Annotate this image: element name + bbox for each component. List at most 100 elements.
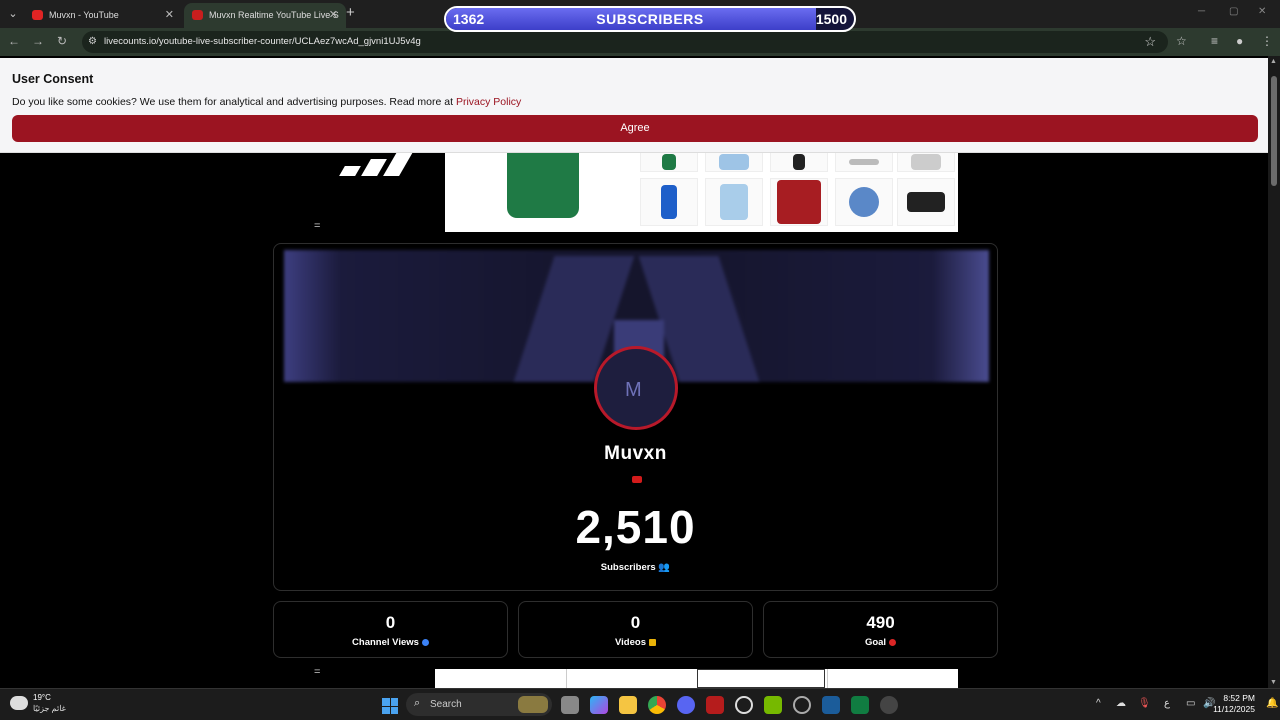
search-icon: ⌕ (414, 697, 421, 709)
media-controls-icon[interactable]: ≡ (1211, 34, 1218, 48)
address-bar[interactable]: ⚙ livecounts.io/youtube-live-subscriber-… (82, 31, 1168, 53)
taskbar-search[interactable]: ⌕ Search (406, 693, 552, 716)
stat-goal: 490 Goal (763, 601, 998, 658)
stat-label: Channel Views (274, 637, 507, 648)
channel-name: Muvxn (604, 443, 667, 464)
youtube-favicon-icon (32, 10, 43, 20)
tab-title: Muvxn Realtime YouTube Live S (209, 10, 339, 20)
channel-avatar[interactable]: M (594, 346, 678, 430)
screen: ⌄ Muvxn - YouTube ✕ Muvxn Realtime YouTu… (0, 0, 1280, 720)
tab-title: Muvxn - YouTube (49, 10, 119, 20)
stat-value: 490 (866, 613, 895, 632)
ad-thumbnail (835, 152, 893, 172)
app-icon[interactable] (793, 696, 811, 714)
ad-thumbnail (835, 178, 893, 226)
language-indicator[interactable]: ع (1164, 698, 1170, 709)
tab-youtube[interactable]: Muvxn - YouTube ✕ (24, 3, 182, 28)
consent-message: Do you like some cookies? We use them fo… (12, 96, 454, 108)
forward-icon[interactable]: → (30, 34, 46, 48)
overlay-goal-count: 1500 (815, 11, 847, 27)
advertisement-banner-bottom[interactable] (435, 669, 958, 688)
ad-thumbnail (705, 178, 763, 226)
task-view-icon[interactable] (561, 696, 579, 714)
close-tab-icon[interactable]: ✕ (165, 8, 174, 21)
scroll-up-icon[interactable]: ▲ (1270, 58, 1277, 65)
ad-product-jersey (507, 152, 579, 218)
red-app-icon[interactable] (706, 696, 724, 714)
cookie-consent-banner: User Consent Do you like some cookies? W… (0, 58, 1268, 153)
windows-taskbar: 19°C غائم جزئيًا ⌕ Search ^ ☁ 🎙 ع ▭ 🔊 8:… (0, 688, 1280, 720)
stat-label: Videos (519, 637, 752, 648)
weather-condition: غائم جزئيًا (33, 704, 66, 713)
clock-time: 8:52 PM (1223, 693, 1255, 703)
advertisement-banner[interactable] (445, 152, 958, 232)
ad-marker: = (314, 666, 321, 678)
ad-thumbnail (897, 178, 955, 226)
ad-thumbnail (770, 178, 828, 226)
url-text: livecounts.io/youtube-live-subscriber-co… (104, 36, 421, 47)
minimize-icon[interactable]: ─ (1198, 6, 1205, 17)
page-scrollbar[interactable]: ▲ ▼ (1268, 56, 1280, 688)
onedrive-icon[interactable]: ☁ (1116, 698, 1126, 709)
tray-chevron-icon[interactable]: ^ (1096, 698, 1101, 709)
ad-thumbnail (770, 152, 828, 172)
scroll-down-icon[interactable]: ▼ (1270, 679, 1277, 686)
scrollbar-thumb[interactable] (1271, 76, 1277, 186)
taskbar-clock[interactable]: 8:52 PM 11/12/2025 (1213, 693, 1255, 715)
ad-marker: = (314, 220, 321, 232)
ad-thumbnail (705, 152, 763, 172)
clock-date: 11/12/2025 (1213, 704, 1255, 714)
ad-thumbnail (640, 178, 698, 226)
discord-icon[interactable] (677, 696, 695, 714)
tab-livecounts[interactable]: Muvxn Realtime YouTube Live S ✕ (184, 3, 346, 28)
copilot-icon[interactable] (590, 696, 608, 714)
profile-avatar-icon[interactable]: ● (1236, 34, 1243, 48)
extension-icon[interactable]: ☆ (1176, 34, 1187, 48)
notification-bell-icon[interactable]: 🔔 (1266, 698, 1278, 709)
consent-text: Do you like some cookies? We use them fo… (12, 96, 521, 108)
eye-icon (421, 638, 429, 646)
stat-videos: 0 Videos (518, 601, 753, 658)
channel-card: M Muvxn 2,510 Subscribers 👥 (273, 243, 998, 591)
subscribers-label: Subscribers 👥 (600, 562, 671, 573)
youtube-icon[interactable] (632, 476, 642, 483)
file-explorer-icon[interactable] (619, 696, 637, 714)
back-icon[interactable]: ← (6, 34, 22, 48)
maximize-icon[interactable]: ▢ (1229, 6, 1238, 17)
ad-thumbnail (897, 152, 955, 172)
privacy-policy-link[interactable]: Privacy Policy (456, 96, 521, 108)
video-camera-icon (648, 638, 656, 646)
app-icon[interactable] (880, 696, 898, 714)
microphone-icon[interactable]: 🎙 (1138, 698, 1151, 709)
windows-start-icon[interactable] (382, 698, 398, 714)
livecounts-favicon-icon (192, 10, 203, 20)
browser-toolbar: ← → ↻ ⚙ livecounts.io/youtube-live-subsc… (0, 28, 1280, 56)
weather-cloud-icon (10, 696, 28, 710)
close-tab-icon[interactable]: ✕ (329, 8, 338, 21)
stat-label: Goal (764, 637, 997, 648)
overlay-label: SUBSCRIBERS (596, 11, 704, 27)
menu-dots-icon[interactable]: ⋮ (1261, 34, 1273, 48)
reload-icon[interactable]: ↻ (54, 34, 70, 48)
obs-icon[interactable] (735, 696, 753, 714)
search-placeholder: Search (430, 699, 462, 710)
agree-button[interactable]: Agree (12, 115, 1258, 142)
new-tab-icon[interactable]: + (346, 4, 360, 21)
subscriber-count: 2,510 (575, 501, 696, 553)
search-highlight-image (518, 696, 548, 713)
consent-title: User Consent (12, 72, 94, 86)
excel-icon[interactable] (851, 696, 869, 714)
stat-value: 0 (385, 613, 396, 632)
tab-search-chevron-icon[interactable]: ⌄ (4, 5, 22, 23)
chrome-icon[interactable] (648, 696, 666, 714)
stat-value: 0 (630, 613, 641, 632)
channel-logo-icon: M (625, 379, 642, 401)
site-info-icon[interactable]: ⚙ (88, 36, 97, 47)
steam-icon[interactable] (822, 696, 840, 714)
nvidia-icon[interactable] (764, 696, 782, 714)
bookmark-star-icon[interactable]: ☆ (1144, 34, 1156, 50)
close-window-icon[interactable]: ✕ (1258, 6, 1266, 17)
network-icon[interactable]: ▭ (1186, 698, 1195, 709)
adidas-logo[interactable] (336, 152, 420, 176)
weather-temperature: 19°C (33, 693, 51, 702)
